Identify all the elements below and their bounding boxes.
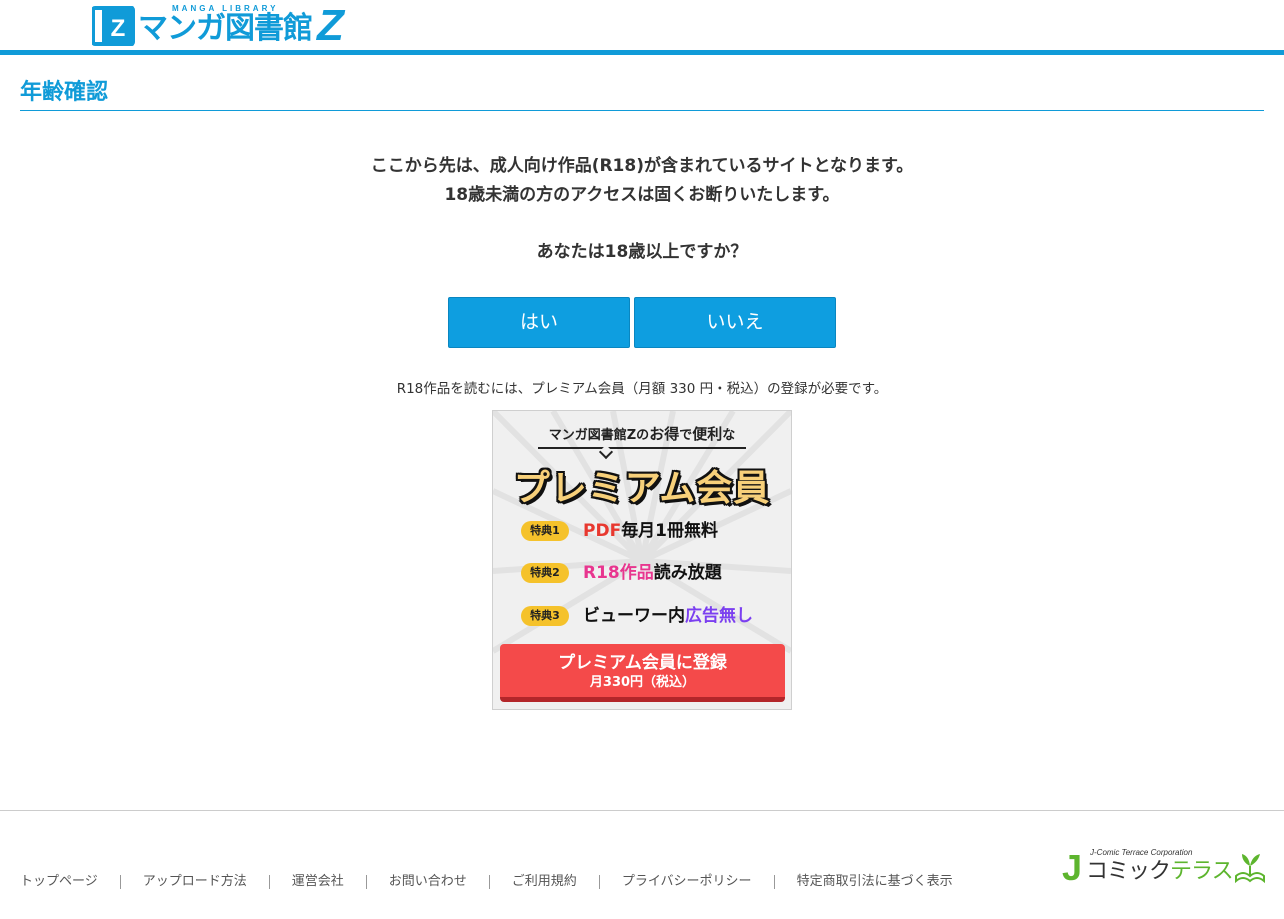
footer-link-top[interactable]: トップページ	[20, 871, 98, 893]
benefit-badge: 特典1	[521, 521, 569, 541]
footer-separator	[773, 875, 775, 889]
footer-link-contact[interactable]: お問い合わせ	[389, 871, 467, 893]
banner-title: プレミアム会員	[513, 468, 771, 509]
no-button[interactable]: いいえ	[634, 297, 836, 348]
benefit-badge: 特典2	[521, 563, 569, 583]
site-header: Z MANGA LIBRARY マンガ図書館 Z	[0, 0, 1284, 55]
partner-name: コミックテラス	[1086, 858, 1234, 886]
footer-divider	[0, 810, 1284, 811]
premium-note: R18作品を読むには、プレミアム会員（月額 330 円・税込）の登録が必要です。	[396, 381, 888, 397]
footer-separator	[268, 875, 270, 889]
benefit-desc: 毎月1冊無料	[621, 521, 719, 541]
yes-button[interactable]: はい	[448, 297, 630, 348]
benefit-text: PDF毎月1冊無料	[583, 519, 718, 543]
benefit-text: ビューワー内広告無し	[583, 604, 753, 628]
footer-nav: トップページ アップロード方法 運営会社 お問い合わせ ご利用規約 プライバシー…	[20, 871, 953, 893]
footer-separator	[488, 875, 490, 889]
age-question: あなたは18歳以上ですか？	[536, 242, 748, 262]
footer-separator	[598, 875, 600, 889]
benefit-highlight: 広告無し	[685, 606, 753, 626]
partner-logo-j: J	[1062, 847, 1083, 888]
benefit-badge: 特典3	[521, 606, 569, 626]
footer-separator	[365, 875, 367, 889]
benefit-desc: 読み放題	[653, 563, 722, 583]
footer-link-terms[interactable]: ご利用規約	[512, 871, 577, 893]
partner-name-b: テラス	[1170, 859, 1234, 884]
register-price: 月330円（税込）	[589, 675, 696, 690]
footer-link-company[interactable]: 運営会社	[292, 871, 344, 893]
logo-text: マンガ図書館	[138, 11, 313, 46]
footer-link-commerce-law[interactable]: 特定商取引法に基づく表示	[797, 871, 953, 893]
banner-tagline: マンガ図書館Zのお得で便利な	[493, 423, 791, 444]
open-book-leaf-icon	[1235, 854, 1265, 884]
svg-text:Z: Z	[111, 15, 126, 42]
logo-z: Z	[317, 1, 344, 50]
warning-line-1: ここから先は、成人向け作品(R18)が含まれているサイトとなります。	[370, 156, 914, 176]
tagline-emphasis: お得	[649, 425, 680, 443]
partner-corp-name: J-Comic Terrace Corporation	[1090, 848, 1193, 857]
tagline-emphasis: 便利	[692, 425, 723, 443]
benefit-highlight: R18作品	[583, 563, 654, 583]
site-logo[interactable]: Z MANGA LIBRARY マンガ図書館 Z	[92, 2, 352, 48]
register-label: プレミアム会員に登録	[558, 653, 727, 673]
benefit-highlight: PDF	[583, 521, 622, 541]
tagline-part: マンガ図書館Zの	[548, 428, 650, 443]
jcomic-terrace-logo[interactable]: J-Comic Terrace Corporation J コミックテラス	[1062, 848, 1266, 888]
premium-register-button[interactable]: プレミアム会員に登録 月330円（税込）	[500, 644, 785, 702]
footer-link-privacy[interactable]: プライバシーポリシー	[622, 871, 752, 893]
header-bar	[0, 50, 1284, 55]
book-logo-icon: Z	[92, 6, 135, 46]
partner-name-a: コミック	[1086, 859, 1171, 884]
tagline-part: な	[722, 428, 736, 443]
page-title: 年齢確認	[20, 80, 109, 105]
tagline-underline	[538, 447, 746, 449]
warning-line-2: 18歳未満の方のアクセスは固くお断りいたします。	[444, 185, 840, 205]
benefit-desc: ビューワー内	[583, 606, 685, 626]
benefit-text: R18作品読み放題	[583, 561, 722, 585]
footer-separator	[119, 875, 121, 889]
title-divider	[20, 110, 1264, 111]
tagline-part: で	[679, 428, 693, 443]
footer-link-upload[interactable]: アップロード方法	[143, 871, 247, 893]
premium-banner[interactable]: マンガ図書館Zのお得で便利な プレミアム会員 特典1 PDF毎月1冊無料 特典2…	[492, 410, 792, 710]
